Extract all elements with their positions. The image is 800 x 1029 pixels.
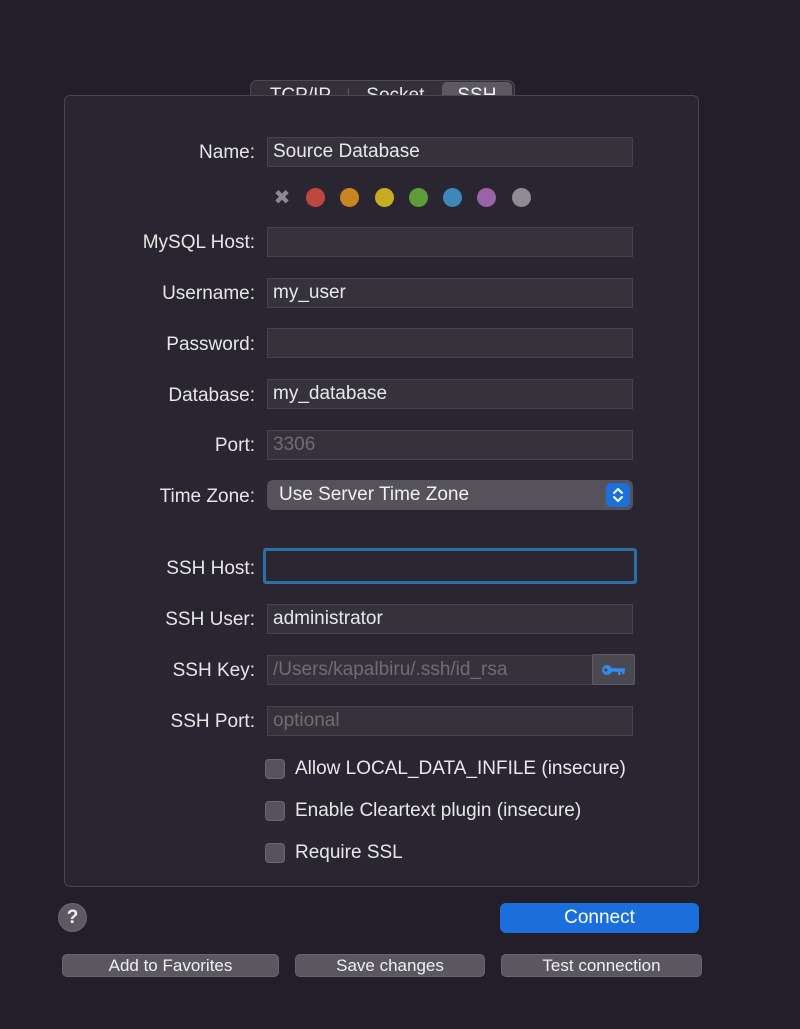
color-tag-orange[interactable] bbox=[340, 187, 360, 207]
color-tag-blue[interactable] bbox=[443, 187, 463, 207]
name-label: Name: bbox=[199, 142, 255, 163]
ssh-user-field[interactable]: administrator bbox=[267, 604, 633, 634]
time-zone-label: Time Zone: bbox=[159, 486, 255, 507]
enable-cleartext-plugin-option[interactable]: Enable Cleartext plugin (insecure) bbox=[265, 800, 581, 822]
enable-cleartext-plugin-checkbox[interactable] bbox=[265, 801, 285, 821]
port-field[interactable]: 3306 bbox=[267, 430, 633, 460]
password-field[interactable] bbox=[267, 328, 633, 358]
color-tag-purple[interactable] bbox=[477, 187, 497, 207]
ssh-user-label: SSH User: bbox=[165, 609, 255, 630]
password-label: Password: bbox=[166, 334, 255, 355]
ssh-port-field[interactable]: optional bbox=[267, 706, 633, 736]
mysql-host-label: MySQL Host: bbox=[142, 232, 255, 253]
database-field[interactable]: my_database bbox=[267, 379, 633, 409]
name-field[interactable]: Source Database bbox=[267, 137, 633, 167]
color-tag-gray[interactable] bbox=[511, 187, 531, 207]
color-tag-yellow[interactable] bbox=[374, 187, 394, 207]
add-to-favorites-button[interactable]: Add to Favorites bbox=[62, 954, 279, 977]
enable-cleartext-plugin-label: Enable Cleartext plugin (insecure) bbox=[295, 800, 582, 821]
time-zone-value: Use Server Time Zone bbox=[279, 484, 470, 505]
color-tag-red[interactable] bbox=[306, 187, 325, 207]
connect-button[interactable]: Connect bbox=[500, 903, 699, 933]
key-icon bbox=[602, 665, 625, 675]
allow-local-data-infile-label: Allow LOCAL_DATA_INFILE (insecure) bbox=[295, 758, 626, 779]
mysql-host-field[interactable] bbox=[267, 227, 633, 257]
port-label: Port: bbox=[214, 435, 255, 456]
ssh-key-browse-button[interactable] bbox=[592, 654, 635, 685]
help-button[interactable]: ? bbox=[58, 903, 87, 932]
ssh-key-field[interactable]: /Users/kapalbiru/.ssh/id_rsa bbox=[267, 655, 593, 685]
test-connection-button[interactable]: Test connection bbox=[501, 954, 702, 977]
save-changes-button[interactable]: Save changes bbox=[295, 954, 485, 977]
color-tag-picker: ✖ bbox=[272, 187, 546, 209]
require-ssl-option[interactable]: Require SSL bbox=[265, 842, 403, 864]
ssh-host-label: SSH Host: bbox=[166, 558, 255, 579]
ssh-host-field[interactable] bbox=[263, 548, 637, 584]
color-tag-green[interactable] bbox=[408, 187, 428, 207]
require-ssl-checkbox[interactable] bbox=[265, 843, 285, 863]
username-field[interactable]: my_user bbox=[267, 278, 633, 308]
username-label: Username: bbox=[162, 283, 255, 304]
ssh-port-label: SSH Port: bbox=[170, 711, 255, 732]
database-label: Database: bbox=[168, 385, 255, 406]
require-ssl-label: Require SSL bbox=[295, 842, 403, 863]
no-color-icon[interactable]: ✖ bbox=[272, 187, 292, 209]
allow-local-data-infile-checkbox[interactable] bbox=[265, 759, 285, 779]
time-zone-select[interactable]: Use Server Time Zone bbox=[267, 480, 633, 510]
chevron-up-down-icon bbox=[606, 483, 630, 507]
allow-local-data-infile-option[interactable]: Allow LOCAL_DATA_INFILE (insecure) bbox=[265, 758, 626, 780]
ssh-key-label: SSH Key: bbox=[172, 660, 255, 681]
